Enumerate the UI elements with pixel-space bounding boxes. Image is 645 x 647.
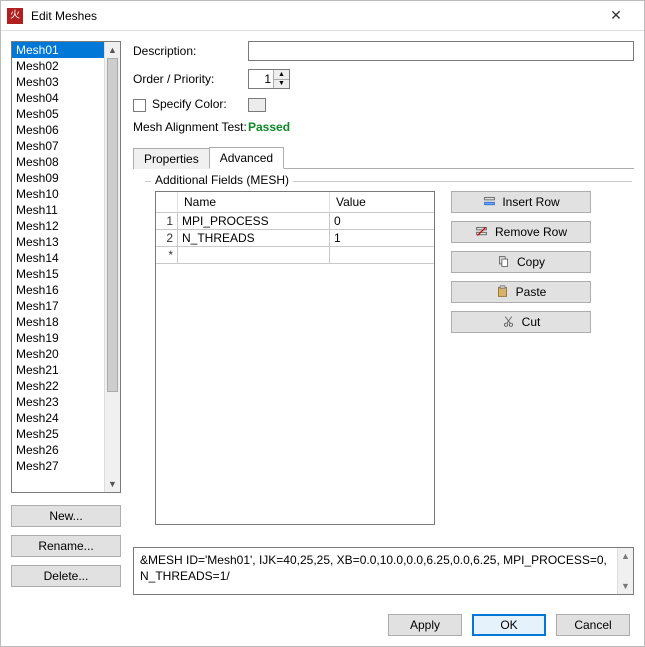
table-row[interactable]: * [156,247,434,264]
new-button[interactable]: New... [11,505,121,527]
cut-icon [502,315,516,329]
paste-icon [496,285,510,299]
list-item[interactable]: Mesh15 [12,266,104,282]
dialog-footer: Apply OK Cancel [1,604,644,646]
order-label: Order / Priority: [133,72,248,86]
cell-name[interactable] [178,247,330,263]
cell-name[interactable]: N_THREADS [178,230,330,246]
scroll-down-icon[interactable]: ▼ [105,476,120,492]
list-item[interactable]: Mesh22 [12,378,104,394]
remove-row-button[interactable]: Remove Row [451,221,591,243]
record-output[interactable]: &MESH ID='Mesh01', IJK=40,25,25, XB=0.0,… [133,547,634,595]
col-rownum [156,192,178,212]
mesh-alignment-status: Passed [248,120,290,134]
ok-button[interactable]: OK [472,614,546,636]
list-item[interactable]: Mesh13 [12,234,104,250]
mesh-list[interactable]: Mesh01Mesh02Mesh03Mesh04Mesh05Mesh06Mesh… [11,41,121,493]
table-tools: Insert Row Remove Row [451,191,591,333]
cell-value[interactable]: 1 [330,230,434,246]
cell-rownum: * [156,247,178,263]
tab-properties[interactable]: Properties [133,148,210,169]
flame-icon: 火 [7,8,23,24]
cancel-button[interactable]: Cancel [556,614,630,636]
copy-icon [497,255,511,269]
additional-fields-group: Additional Fields (MESH) Name Value 1MPI… [145,181,632,535]
group-legend: Additional Fields (MESH) [151,173,293,187]
rename-button[interactable]: Rename... [11,535,121,557]
cell-name[interactable]: MPI_PROCESS [178,213,330,229]
description-label: Description: [133,44,248,58]
window-title: Edit Meshes [31,9,594,23]
table-row[interactable]: 2N_THREADS1 [156,230,434,247]
list-item[interactable]: Mesh05 [12,106,104,122]
mesh-list-panel: Mesh01Mesh02Mesh03Mesh04Mesh05Mesh06Mesh… [11,41,121,604]
cell-rownum: 2 [156,230,178,246]
list-item[interactable]: Mesh06 [12,122,104,138]
list-item[interactable]: Mesh14 [12,250,104,266]
list-item[interactable]: Mesh03 [12,74,104,90]
apply-button[interactable]: Apply [388,614,462,636]
record-scrollbar[interactable]: ▲ ▼ [617,548,633,594]
scroll-down-icon[interactable]: ▼ [618,578,633,594]
table-header: Name Value [156,192,434,213]
cut-button[interactable]: Cut [451,311,591,333]
remove-row-icon [475,225,489,239]
scroll-up-icon[interactable]: ▲ [105,42,120,58]
tab-advanced[interactable]: Advanced [209,147,284,169]
spin-down-icon[interactable]: ▼ [274,80,289,89]
list-item[interactable]: Mesh04 [12,90,104,106]
close-icon: ✕ [610,7,622,24]
list-item[interactable]: Mesh24 [12,410,104,426]
cell-value[interactable]: 0 [330,213,434,229]
list-item[interactable]: Mesh27 [12,458,104,474]
close-button[interactable]: ✕ [594,1,638,31]
order-spinner[interactable]: ▲ ▼ [248,69,290,89]
insert-row-icon [482,195,496,209]
list-item[interactable]: Mesh02 [12,58,104,74]
table-row[interactable]: 1MPI_PROCESS0 [156,213,434,230]
list-item[interactable]: Mesh25 [12,426,104,442]
tab-panel-advanced: Additional Fields (MESH) Name Value 1MPI… [133,169,634,535]
record-text[interactable]: &MESH ID='Mesh01', IJK=40,25,25, XB=0.0,… [134,548,617,594]
list-item[interactable]: Mesh19 [12,330,104,346]
list-item[interactable]: Mesh11 [12,202,104,218]
list-item[interactable]: Mesh01 [12,42,104,58]
col-name[interactable]: Name [178,192,330,212]
titlebar: 火 Edit Meshes ✕ [1,1,644,31]
cell-value[interactable] [330,247,434,263]
color-swatch[interactable] [248,98,266,112]
cell-rownum: 1 [156,213,178,229]
list-item[interactable]: Mesh18 [12,314,104,330]
list-item[interactable]: Mesh16 [12,282,104,298]
mesh-list-scrollbar[interactable]: ▲ ▼ [104,42,120,492]
paste-button[interactable]: Paste [451,281,591,303]
fields-table[interactable]: Name Value 1MPI_PROCESS02N_THREADS1* [155,191,435,525]
scroll-thumb[interactable] [107,58,118,392]
properties-panel: Description: Order / Priority: ▲ ▼ Speci… [133,41,634,604]
insert-row-button[interactable]: Insert Row [451,191,591,213]
list-item[interactable]: Mesh09 [12,170,104,186]
list-item[interactable]: Mesh10 [12,186,104,202]
delete-button[interactable]: Delete... [11,565,121,587]
spin-up-icon[interactable]: ▲ [274,70,289,80]
mesh-alignment-label: Mesh Alignment Test: [133,120,248,134]
list-item[interactable]: Mesh08 [12,154,104,170]
list-item[interactable]: Mesh26 [12,442,104,458]
list-item[interactable]: Mesh20 [12,346,104,362]
list-item[interactable]: Mesh17 [12,298,104,314]
copy-button[interactable]: Copy [451,251,591,273]
tab-bar: Properties Advanced [133,146,634,169]
col-value[interactable]: Value [330,192,434,212]
order-value[interactable] [249,70,273,88]
description-input[interactable] [248,41,634,61]
scroll-up-icon[interactable]: ▲ [618,548,633,564]
list-item[interactable]: Mesh21 [12,362,104,378]
list-item[interactable]: Mesh07 [12,138,104,154]
edit-meshes-dialog: 火 Edit Meshes ✕ Mesh01Mesh02Mesh03Mesh04… [0,0,645,647]
list-item[interactable]: Mesh12 [12,218,104,234]
specify-color-label[interactable]: Specify Color: [133,97,248,111]
specify-color-checkbox[interactable] [133,99,146,112]
list-item[interactable]: Mesh23 [12,394,104,410]
